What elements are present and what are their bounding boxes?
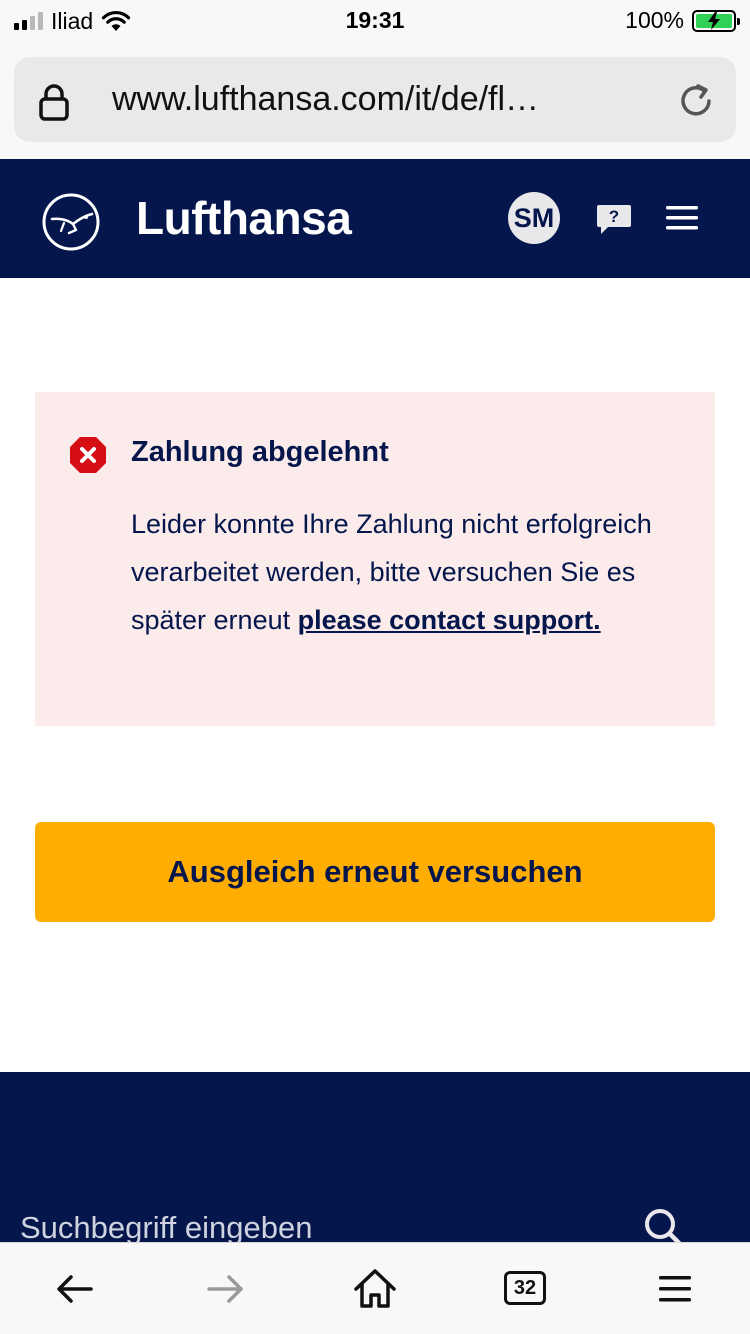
home-icon[interactable] <box>351 1265 399 1313</box>
tabs-count-button[interactable]: 32 <box>504 1271 546 1305</box>
brand-wordmark[interactable]: Lufthansa <box>136 191 352 245</box>
search-icon[interactable] <box>642 1206 686 1242</box>
battery-percent: 100% <box>625 7 684 33</box>
lock-icon <box>39 84 69 121</box>
forward-arrow-icon[interactable] <box>201 1265 249 1313</box>
payment-error-box: Zahlung abgelehnt Leider konnte Ihre Zah… <box>35 392 715 726</box>
error-message-block: Leider konnte Ihre Zahlung nicht erfolgr… <box>131 500 691 644</box>
address-bar[interactable]: www.lufthansa.com/it/de/fl… <box>14 57 736 142</box>
contact-support-link[interactable]: please contact support. <box>298 605 601 635</box>
url-text[interactable]: www.lufthansa.com/it/de/fl… <box>112 57 539 142</box>
status-bar: Iliad 19:31 100% <box>0 0 750 42</box>
browser-toolbar: 32 <box>0 1242 750 1334</box>
hamburger-menu-icon[interactable] <box>664 203 700 233</box>
help-chat-icon[interactable]: ? <box>596 203 632 235</box>
error-title: Zahlung abgelehnt <box>131 436 389 468</box>
site-header: Lufthansa SM ? <box>0 159 750 278</box>
browser-address-area: www.lufthansa.com/it/de/fl… <box>0 42 750 159</box>
error-octagon-icon <box>70 437 106 473</box>
back-arrow-icon[interactable] <box>51 1265 99 1313</box>
battery-charging-icon <box>692 9 740 32</box>
crane-logo-icon[interactable] <box>42 193 100 251</box>
reload-icon[interactable] <box>676 81 716 121</box>
user-avatar[interactable]: SM <box>508 192 560 244</box>
retry-payment-button[interactable]: Ausgleich erneut versuchen <box>35 822 715 922</box>
status-right: 100% <box>625 7 740 34</box>
browser-menu-icon[interactable] <box>651 1265 699 1313</box>
footer-search-input[interactable]: Suchbegriff eingeben <box>20 1210 312 1242</box>
svg-text:?: ? <box>609 207 619 226</box>
site-footer: Suchbegriff eingeben <box>0 1072 750 1242</box>
